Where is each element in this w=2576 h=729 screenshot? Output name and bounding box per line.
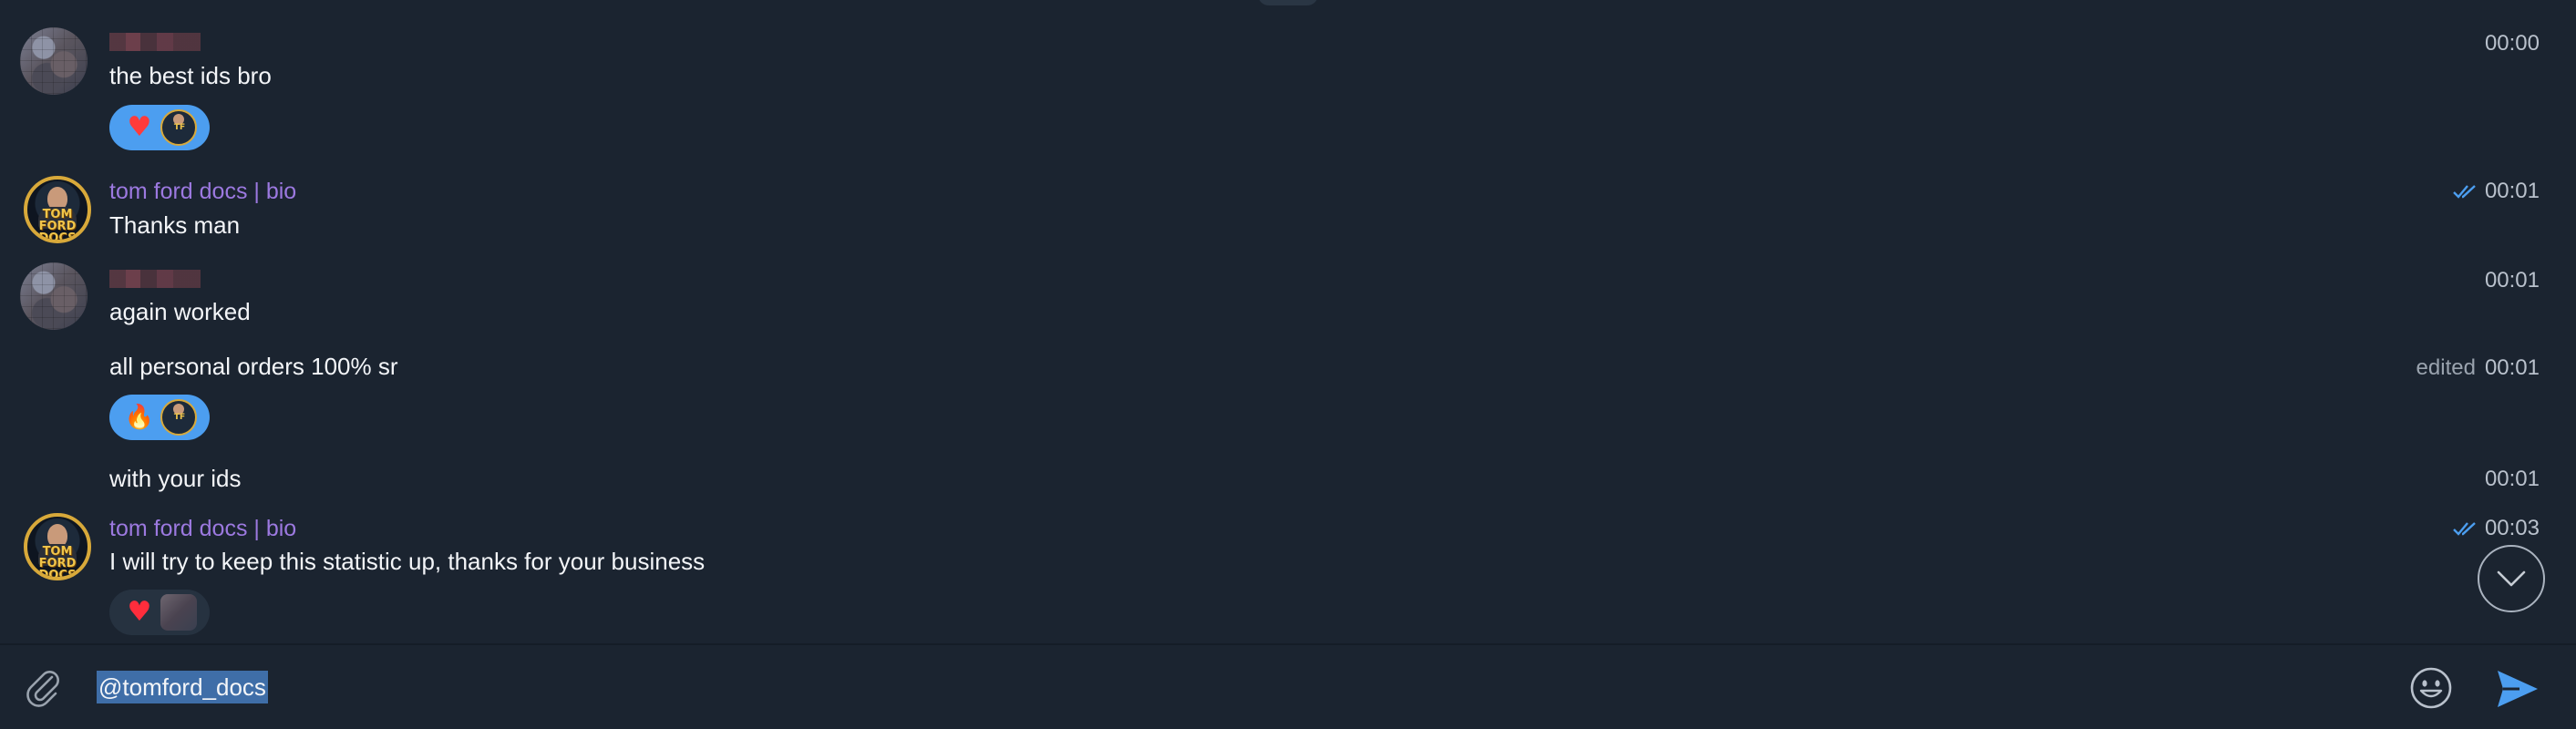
sender-name-redacted	[109, 33, 201, 51]
message-composer: @tomford_docs	[0, 643, 2576, 729]
message-text: all personal orders 100% sr	[109, 353, 398, 380]
avatar-redacted-user[interactable]	[20, 262, 88, 330]
smiley-icon	[2410, 667, 2452, 709]
reaction-chip[interactable]: ♥	[109, 590, 210, 635]
message-text: I will try to keep this statistic up, th…	[109, 548, 706, 575]
paperclip-icon	[26, 671, 59, 707]
edited-label: edited	[2416, 355, 2476, 380]
reactor-avatar	[160, 594, 197, 631]
send-arrow-icon	[2498, 671, 2538, 707]
sender-name[interactable]: tom ford docs | bio	[109, 516, 296, 542]
avatar-redacted-user[interactable]	[20, 27, 88, 95]
message-time-value: 00:00	[2484, 31, 2540, 56]
reactor-avatar: TF	[160, 399, 197, 436]
attach-button[interactable]	[20, 665, 66, 711]
message-time: 00:01	[2485, 268, 2540, 293]
message-time: 00:01	[2485, 467, 2540, 492]
message-time-value: 00:01	[2484, 268, 2540, 293]
message-text: again worked	[109, 298, 251, 325]
avatar-logo-text: TOM FORD DOCS	[38, 208, 77, 243]
double-check-icon	[2453, 185, 2476, 199]
chevron-down-icon	[2497, 570, 2526, 587]
chat-window: the best ids bro 00:00 ♥ TF TOM FORD DOCS…	[0, 0, 2576, 729]
message-text: with your ids	[109, 465, 242, 492]
date-pill	[1258, 0, 1318, 5]
avatar-logo-text: TOM FORD DOCS	[38, 545, 77, 580]
message-time-value: 00:01	[2484, 467, 2540, 491]
heart-on-fire-icon: ♥	[127, 111, 152, 143]
message-time-value: 00:01	[2484, 179, 2540, 203]
message-time: edited 00:01	[2416, 355, 2540, 381]
avatar-tom-ford-docs[interactable]: TOM FORD DOCS	[24, 513, 91, 580]
message-input[interactable]: @tomford_docs	[97, 671, 268, 703]
scroll-to-bottom-button[interactable]	[2478, 545, 2545, 612]
reactor-avatar-logo: TF	[173, 413, 186, 422]
sender-name-redacted	[109, 270, 201, 288]
avatar-tom-ford-docs[interactable]: TOM FORD DOCS	[24, 176, 91, 243]
emoji-button[interactable]	[2406, 663, 2456, 713]
reaction-chip[interactable]: 🔥 TF	[109, 395, 210, 440]
reaction-chip[interactable]: ♥ TF	[109, 105, 210, 150]
sender-name[interactable]: tom ford docs | bio	[109, 179, 296, 205]
message-time: 00:03	[2452, 516, 2540, 541]
message-text: the best ids bro	[109, 62, 272, 89]
reactor-avatar: TF	[160, 109, 197, 146]
message-text: Thanks man	[109, 211, 241, 239]
heart-icon: ♥	[127, 596, 152, 628]
message-time-value: 00:03	[2484, 516, 2540, 540]
double-check-icon	[2453, 522, 2476, 536]
message-time-value: 00:01	[2484, 355, 2540, 380]
fire-icon: 🔥	[124, 404, 155, 431]
reactor-avatar-logo: TF	[173, 123, 186, 132]
send-button[interactable]	[2490, 662, 2545, 716]
message-time: 00:01	[2452, 179, 2540, 204]
message-time: 00:00	[2485, 31, 2540, 56]
